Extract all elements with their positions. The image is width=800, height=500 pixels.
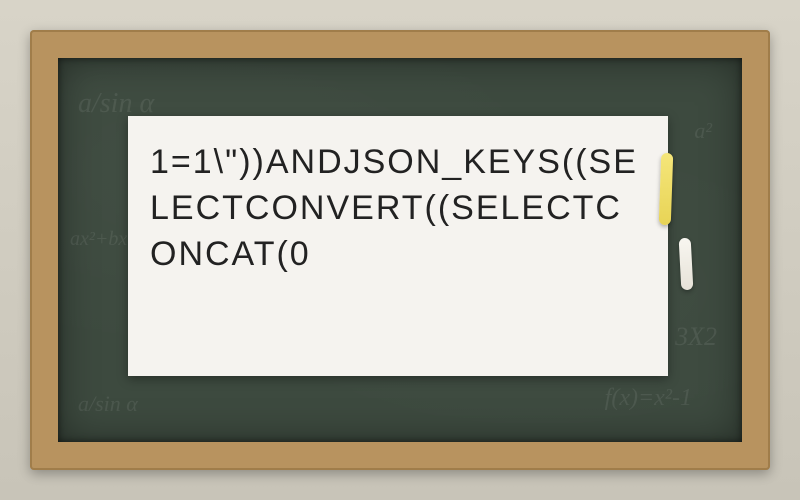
faded-formula-bottom-left: a/sin α bbox=[78, 391, 138, 417]
chalkboard-surface: a/sin α ax²+bx+c a/sin α a² 3X2 f(x)=x²-… bbox=[58, 58, 742, 442]
faded-formula-bottom-right: f(x)=x²-1 bbox=[605, 385, 692, 412]
chalkboard-frame: a/sin α ax²+bx+c a/sin α a² 3X2 f(x)=x²-… bbox=[30, 30, 770, 470]
paper-text-content: 1=1\"))ANDJSON_KEYS((SELECTCONVERT((SELE… bbox=[150, 140, 646, 278]
paper-note: 1=1\"))ANDJSON_KEYS((SELECTCONVERT((SELE… bbox=[128, 116, 668, 376]
chalk-yellow-icon: yellow-chalk bbox=[659, 153, 674, 225]
chalk-white-icon: white-chalk bbox=[679, 238, 694, 291]
faded-formula-br2: 3X2 bbox=[675, 322, 717, 352]
faded-formula-top-right: a² bbox=[694, 118, 712, 144]
